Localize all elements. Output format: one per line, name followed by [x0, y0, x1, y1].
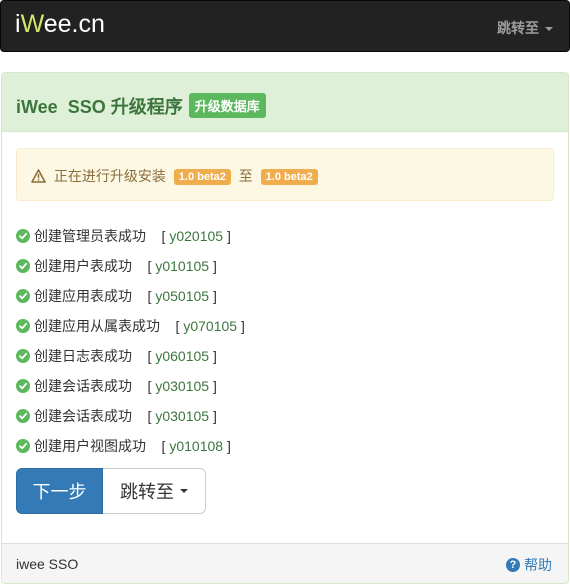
step-code: y050105 — [155, 288, 210, 304]
step-text: 创建用户视图成功 — [34, 438, 146, 454]
step-code: y070105 — [183, 318, 238, 334]
upgrade-alert: 正在进行升级安装 1.0 beta2 至 1.0 beta2 — [16, 148, 554, 201]
step-text: 创建应用从属表成功 — [34, 318, 160, 334]
jump-to-label: 跳转至 — [120, 482, 174, 502]
brand-suffix: ee.cn — [43, 10, 105, 38]
brand-logo[interactable]: iWee.cn — [15, 10, 105, 39]
alert-text: 正在进行升级安装 — [53, 168, 166, 184]
upgrade-panel: iWee SSO 升级程序 升级数据库 正在进行升级安装 1.0 beta2 至 … — [1, 72, 569, 584]
action-buttons: 下一步 跳转至 — [16, 468, 206, 514]
check-circle-icon — [16, 439, 30, 453]
step-item: 创建应用从属表成功 [ y070105 ] — [16, 311, 556, 341]
nav-jump-dropdown[interactable]: 跳转至 — [497, 18, 553, 38]
step-item: 创建应用表成功 [ y050105 ] — [16, 281, 556, 311]
step-item: 创建会话表成功 [ y030105 ] — [16, 401, 556, 431]
step-list: 创建管理员表成功 [ y020105 ] 创建用户表成功 [ y010105 ] 创… — [16, 221, 556, 461]
panel-heading: iWee SSO 升级程序 升级数据库 — [2, 73, 568, 132]
check-circle-icon — [16, 349, 30, 363]
help-label: 帮助 — [524, 557, 552, 573]
navbar: iWee.cn 跳转至 — [0, 0, 570, 52]
step-text: 创建应用表成功 — [34, 288, 132, 304]
step-code: y020105 — [169, 228, 224, 244]
step-code: y030105 — [155, 378, 210, 394]
check-circle-icon — [16, 379, 30, 393]
check-circle-icon — [16, 289, 30, 303]
step-item: 创建会话表成功 [ y030105 ] — [16, 371, 556, 401]
alert-connector: 至 — [238, 168, 253, 184]
step-text: 创建管理员表成功 — [34, 228, 146, 244]
question-circle-icon: ? — [506, 558, 520, 572]
step-item: 创建用户表成功 [ y010105 ] — [16, 251, 556, 281]
caret-down-icon — [180, 489, 188, 493]
help-link[interactable]: ? 帮助 — [506, 555, 552, 575]
step-item: 创建管理员表成功 [ y020105 ] — [16, 221, 556, 251]
from-version-badge: 1.0 beta2 — [173, 169, 231, 185]
check-circle-icon — [16, 319, 30, 333]
check-circle-icon — [16, 259, 30, 273]
check-circle-icon — [16, 229, 30, 243]
step-item: 创建用户视图成功 [ y010108 ] — [16, 431, 556, 461]
caret-down-icon — [545, 27, 553, 32]
step-code: y060105 — [155, 348, 210, 364]
step-text: 创建会话表成功 — [34, 378, 132, 394]
brand-w: W — [20, 10, 44, 38]
panel-title-text: iWee SSO 升级程序 — [16, 97, 183, 117]
panel-footer: iwee SSO ? 帮助 — [2, 543, 568, 583]
step-code: y030105 — [155, 408, 210, 424]
check-circle-icon — [16, 409, 30, 423]
warning-triangle-icon — [31, 169, 46, 186]
to-version-badge: 1.0 beta2 — [260, 169, 318, 185]
step-text: 创建用户表成功 — [34, 258, 132, 274]
page-title: iWee SSO 升级程序 升级数据库 — [16, 93, 266, 119]
jump-to-button[interactable]: 跳转至 — [103, 468, 206, 514]
step-code: y010105 — [155, 258, 210, 274]
step-text: 创建日志表成功 — [34, 348, 132, 364]
stage-badge: 升级数据库 — [188, 93, 266, 118]
footer-text: iwee SSO — [16, 556, 79, 572]
step-text: 创建会话表成功 — [34, 408, 132, 424]
step-item: 创建日志表成功 [ y060105 ] — [16, 341, 556, 371]
step-code: y010108 — [169, 438, 224, 454]
next-step-button[interactable]: 下一步 — [16, 468, 103, 514]
nav-jump-label: 跳转至 — [497, 20, 539, 36]
